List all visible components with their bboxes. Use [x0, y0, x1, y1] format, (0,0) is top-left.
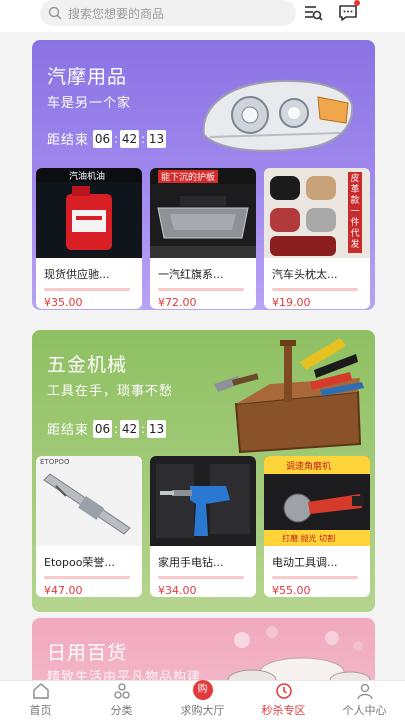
product-card[interactable]: 调速角磨机 打磨 抛光 切割 电动工具调... ¥55.00 [264, 456, 370, 597]
headlight-image [202, 79, 354, 152]
product-image: ETOPOO [36, 456, 142, 546]
product-name: 电动工具调... [272, 556, 338, 569]
countdown-label: 距结束 [47, 133, 90, 148]
section-subtitle: 车是另一个家 [47, 96, 132, 111]
product-card[interactable]: 家用手电钻... ¥34.00 [150, 456, 256, 597]
nav-label: 分类 [110, 704, 133, 717]
product-image-subtext: 打磨 抛光 切割 [282, 534, 336, 543]
product-card[interactable]: 皮革款 一件代发 汽车头枕太... ¥19.00 [264, 168, 370, 309]
nav-flash-sale[interactable]: 秒杀专区 [243, 681, 324, 720]
countdown-seconds: 13 [147, 419, 167, 438]
product-image-text: 能下沉的护板 [158, 170, 219, 183]
section-hardware[interactable]: 五金机械 工具在手，琐事不愁 距结束 06 : 42 : 13 ETOPOO E… [32, 330, 375, 612]
product-image: 汽油机油 [36, 168, 142, 258]
countdown-minutes: 42 [120, 129, 140, 148]
nav-category[interactable]: 分类 [81, 681, 162, 720]
user-icon [356, 683, 373, 700]
product-name: Etopoo荣誉... [44, 556, 115, 569]
section-title: 汽摩用品 [47, 66, 128, 88]
product-card[interactable]: ETOPOO Etopoo荣誉... ¥47.00 [36, 456, 142, 597]
countdown: 距结束 06 : 42 : 13 [47, 419, 167, 438]
search-placeholder: 搜索您想要的商品 [68, 6, 165, 21]
progress-bar [158, 576, 244, 579]
product-name: 一汽红旗系... [158, 268, 224, 281]
product-name: 汽车头枕太... [272, 268, 338, 281]
product-name: 家用手电钻... [158, 556, 224, 569]
product-price: ¥72.00 [158, 296, 197, 309]
product-image-text: ETOPOO [40, 458, 70, 466]
product-image: 能下沉的护板 [150, 168, 256, 258]
notification-dot [354, 0, 360, 6]
filter-list-icon[interactable] [302, 2, 324, 24]
nav-user-center[interactable]: 个人中心 [324, 681, 405, 720]
product-image: 调速角磨机 打磨 抛光 切割 [264, 456, 370, 546]
product-name: 现货供应驰... [44, 268, 110, 281]
section-subtitle: 工具在手，琐事不愁 [47, 384, 174, 399]
category-icon [113, 683, 130, 699]
countdown-seconds: 13 [147, 129, 167, 148]
flash-sale-icon [275, 683, 292, 699]
product-image-text: 汽油机油 [69, 172, 106, 182]
countdown-hours: 06 [93, 129, 113, 148]
progress-bar [272, 576, 358, 579]
product-image-text: 调速角磨机 [286, 462, 332, 472]
search-input[interactable]: 搜索您想要的商品 [40, 0, 296, 26]
buy-icon: 购 [192, 680, 213, 700]
product-price: ¥47.00 [44, 584, 83, 597]
product-price: ¥19.00 [272, 296, 311, 309]
product-image: 皮革款 一件代发 [264, 168, 370, 258]
nav-buy-hall[interactable]: 购 求购大厅 [162, 680, 243, 720]
nav-home[interactable]: 首页 [0, 681, 81, 720]
countdown-hours: 06 [93, 419, 113, 438]
product-price: ¥35.00 [44, 296, 83, 309]
nav-label: 个人中心 [342, 704, 387, 717]
message-button[interactable] [337, 0, 360, 24]
nav-label: 求购大厅 [180, 704, 225, 717]
nav-label: 秒杀专区 [261, 704, 306, 717]
product-card[interactable]: 汽油机油 现货供应驰... ¥35.00 [36, 168, 142, 309]
section-title: 日用百货 [47, 642, 128, 664]
progress-bar [44, 288, 130, 291]
product-card[interactable]: 能下沉的护板 一汽红旗系... ¥72.00 [150, 168, 256, 309]
product-price: ¥55.00 [272, 584, 311, 597]
product-image [150, 456, 256, 546]
section-auto[interactable]: 汽摩用品 车是另一个家 距结束 06 : 42 : 13 汽油机油 现货供应驰.… [32, 40, 375, 310]
countdown-minutes: 42 [120, 419, 140, 438]
top-bar: 搜索您想要的商品 [0, 0, 405, 32]
nav-label: 首页 [29, 704, 52, 717]
bottom-nav: 首页 分类 购 求购大厅 秒杀专区 个人中心 [0, 680, 405, 720]
app-screen: 搜索您想要的商品 汽摩用品 车是另一个家 距结束 06 : 42 : 13 汽油… [0, 0, 405, 720]
progress-bar [158, 288, 244, 291]
section-title: 五金机械 [47, 354, 128, 376]
countdown-label: 距结束 [47, 423, 90, 438]
progress-bar [272, 288, 358, 291]
toolbox-image [214, 338, 364, 454]
search-icon [48, 6, 62, 20]
product-image-text: 皮革款 一件代发 [348, 172, 362, 253]
product-price: ¥34.00 [158, 584, 197, 597]
progress-bar [44, 576, 130, 579]
countdown: 距结束 06 : 42 : 13 [47, 129, 167, 148]
home-icon [32, 683, 49, 699]
